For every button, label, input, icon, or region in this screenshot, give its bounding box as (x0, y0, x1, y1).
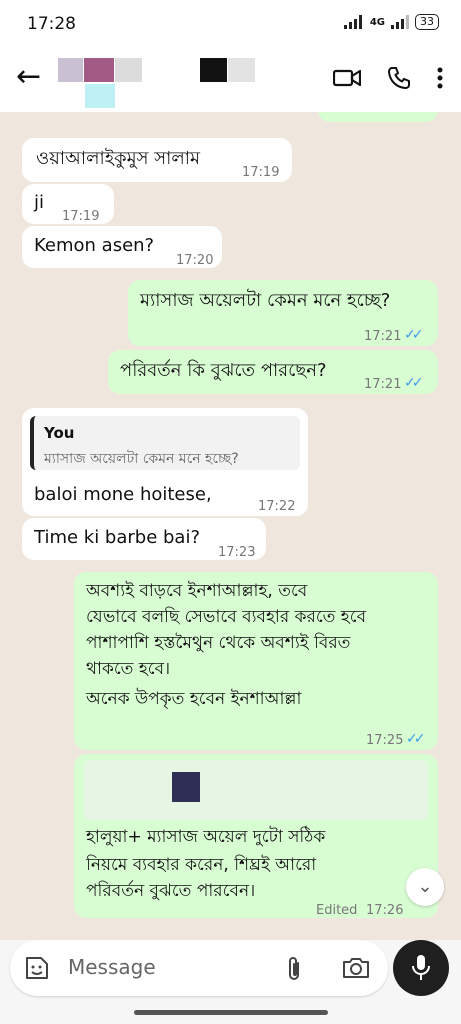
outgoing-reply-message[interactable]: হালুয়া+ ম্যাসাজ অয়েল দুটো সঠিক নিয়মে … (74, 754, 438, 918)
message-line: হালুয়া+ ম্যাসাজ অয়েল দুটো সঠিক (86, 827, 326, 847)
message-time: 17:25 (366, 733, 404, 748)
outgoing-message[interactable]: পরিবর্তন কি বুঝতে পারছেন? 17:21 ✓✓ (108, 350, 438, 394)
sticker-icon[interactable] (24, 955, 50, 981)
redacted-avatar (58, 58, 83, 82)
signal-icon-2 (391, 15, 409, 29)
message-text: পরিবর্তন কি বুঝতে পারছেন? (120, 360, 327, 381)
message-line: যেভাবে বলছি সেভাবে ব্যবহার করতে হবে (86, 607, 367, 627)
status-bar: 17:28 4G 33 (0, 0, 461, 50)
message-time: 17:21 (364, 329, 402, 344)
read-receipt-icon: ✓✓ (404, 375, 424, 391)
message-text: ওয়াআলাইকুমুস সালাম (36, 148, 200, 169)
camera-icon[interactable] (342, 956, 370, 980)
message-time: 17:19 (242, 165, 280, 180)
message-line: নিয়মে ব্যবহার করেন, শিঘ্রই আরো (86, 855, 317, 875)
message-placeholder: Message (68, 955, 156, 979)
redacted-avatar (85, 84, 115, 108)
more-options-icon[interactable] (437, 67, 443, 89)
read-receipt-icon: ✓✓ (406, 731, 426, 747)
video-call-icon[interactable] (333, 68, 361, 88)
phone-icon[interactable] (387, 66, 411, 90)
redacted-block (172, 772, 200, 802)
back-arrow-icon[interactable]: ← (16, 62, 41, 92)
incoming-message[interactable]: Time ki barbe bai? 17:23 (22, 518, 266, 560)
quote-author: You (44, 424, 75, 442)
incoming-message[interactable]: ওয়াআলাইকুমুস সালাম 17:19 (22, 138, 292, 182)
double-chevron-down-icon: ⌄ (417, 876, 433, 897)
network-type: 4G (369, 16, 385, 28)
message-time: 17:26 (366, 903, 404, 918)
chat-header: ← (0, 50, 461, 112)
attach-icon[interactable] (284, 955, 304, 983)
header-actions (333, 66, 443, 90)
incoming-message[interactable]: ji 17:19 (22, 184, 114, 224)
scroll-down-button[interactable]: ⌄ (406, 868, 444, 906)
edited-label: Edited (316, 903, 358, 918)
quote-text: ম্যাসাজ অয়েলটা কেমন মনে হচ্ছে? (44, 451, 239, 467)
battery-indicator: 33 (415, 14, 439, 30)
incoming-reply-message[interactable]: You ম্যাসাজ অয়েলটা কেমন মনে হচ্ছে? balo… (22, 408, 308, 516)
message-time: 17:20 (176, 253, 214, 268)
signal-icon (343, 15, 362, 29)
message-line: পরিবর্তন বুঝতে পারবেন। (86, 881, 256, 901)
message-line: অনেক উপকৃত হবেন ইনশাআল্লা (86, 689, 302, 709)
quoted-message[interactable]: You ম্যাসাজ অয়েলটা কেমন মনে হচ্ছে? (30, 416, 300, 470)
message-list[interactable]: ওয়াআলাইকুমুস সালাম 17:19 ji 17:19 Kemon… (0, 112, 461, 940)
redacted-name (200, 58, 227, 82)
message-line: থাকতে হবে। (86, 659, 171, 679)
incoming-message[interactable]: Kemon asen? 17:20 (22, 226, 222, 268)
outgoing-message[interactable]: অবশ্যই বাড়বে ইনশাআল্লাহ, তবে যেভাবে বলছ… (74, 572, 438, 750)
message-text: ম্যাসাজ অয়েলটা কেমন মনে হচ্ছে? (140, 290, 391, 311)
message-time: 17:22 (258, 499, 296, 514)
message-text: baloi mone hoitese, (34, 484, 212, 505)
message-line: অবশ্যই বাড়বে ইনশাআল্লাহ, তবে (86, 581, 308, 601)
message-text: Time ki barbe bai? (34, 527, 201, 548)
redacted-avatar (115, 58, 142, 82)
message-text: ji (34, 192, 45, 213)
contact-info[interactable] (58, 58, 258, 110)
read-receipt-icon: ✓✓ (404, 327, 424, 343)
message-time: 17:23 (218, 545, 256, 560)
outgoing-message[interactable]: ম্যাসাজ অয়েলটা কেমন মনে হচ্ছে? 17:21 ✓✓ (128, 280, 438, 346)
message-text: Kemon asen? (34, 235, 155, 256)
message-time: 17:21 (364, 377, 402, 392)
message-input[interactable]: Message (10, 940, 388, 996)
composer-bar: Message (0, 940, 461, 1024)
message-line: পাশাপাশি হস্তমৈথুন থেকে অবশ্যই বিরত (86, 633, 351, 653)
redacted-name (228, 58, 255, 82)
home-indicator[interactable] (134, 1010, 328, 1015)
redacted-quote (84, 760, 428, 820)
partial-outgoing-bubble (318, 112, 438, 122)
status-icons: 4G 33 (343, 14, 439, 30)
mic-icon (412, 955, 430, 980)
status-time: 17:28 (27, 14, 76, 34)
mic-button[interactable] (393, 940, 449, 996)
redacted-avatar (84, 58, 114, 82)
